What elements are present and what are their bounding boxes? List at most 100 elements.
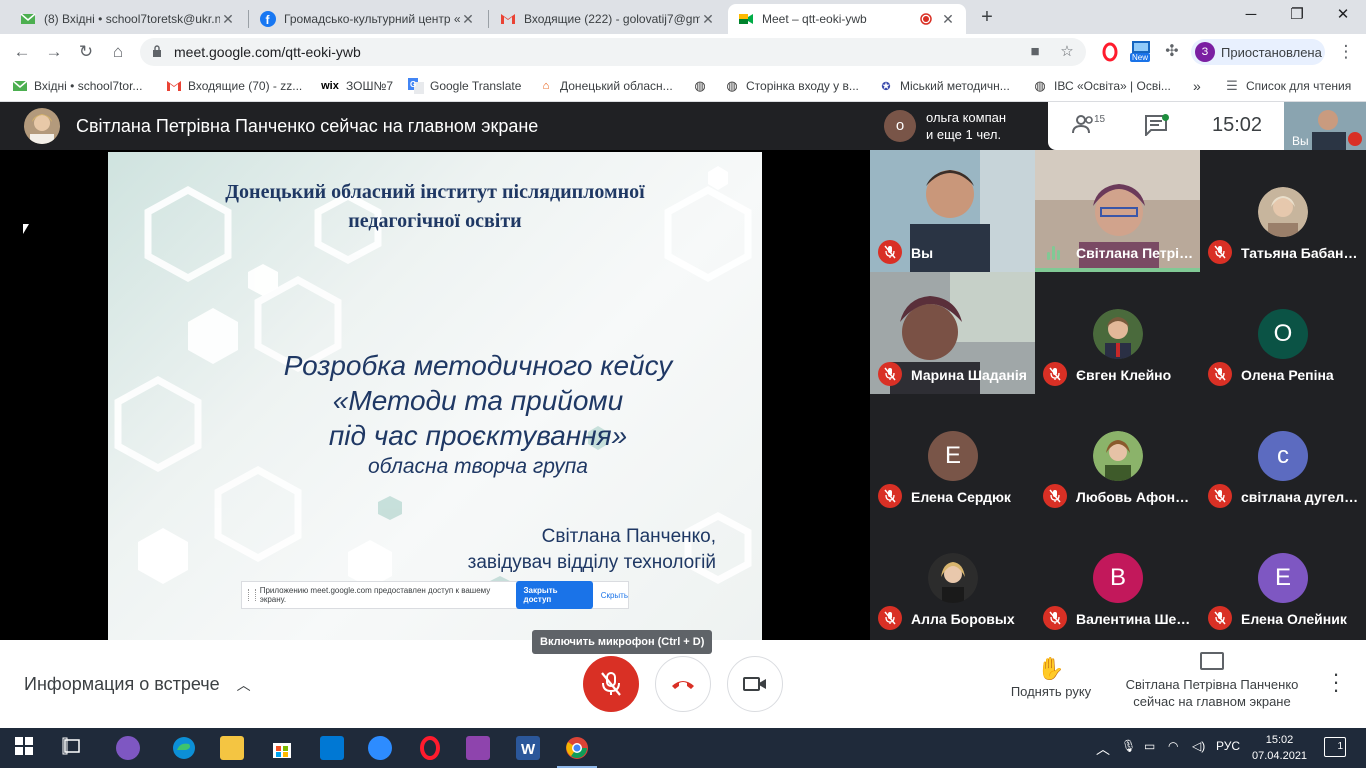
battery-icon[interactable]: ▭	[1144, 739, 1155, 753]
participant-tile[interactable]: Вы	[870, 150, 1036, 272]
stop-sharing-button[interactable]: Закрыть доступ	[515, 581, 593, 609]
bookmark-item[interactable]: wix ЗОШ№7	[320, 76, 393, 96]
raise-hand-button[interactable]: ✋ Поднять руку	[1006, 656, 1096, 699]
present-now-button[interactable]: Світлана Петрівна Панченко сейчас на гла…	[1112, 652, 1312, 710]
bookmark-item[interactable]: ⌂ Донецький обласн...	[538, 76, 673, 96]
word-icon[interactable]: W	[516, 736, 540, 760]
participant-tile[interactable]: Алла Боровых	[870, 516, 1036, 638]
mic-off-icon	[878, 240, 902, 264]
opera-extension-icon[interactable]	[1100, 42, 1120, 62]
minimize-icon[interactable]: ─	[1228, 0, 1274, 30]
task-view-icon[interactable]	[62, 736, 86, 760]
participant-tile[interactable]: Е Елена Олейник	[1200, 516, 1366, 638]
new-tab-button[interactable]: +	[976, 6, 998, 28]
microphone-tray-icon[interactable]: 🎙	[1121, 739, 1136, 753]
participant-tile[interactable]: Світлана Петрів...	[1035, 150, 1201, 272]
participant-tile[interactable]: Марина Шаданія	[870, 272, 1036, 394]
notifications-icon[interactable]: 1	[1324, 737, 1346, 757]
people-icon[interactable]	[1072, 114, 1096, 140]
bookmark-label: Сторінка входу у в...	[746, 79, 859, 93]
maximize-icon[interactable]: ❐	[1274, 0, 1320, 30]
tray-chevron-up-icon[interactable]: ︿	[1096, 739, 1110, 759]
close-icon[interactable]: ✕	[940, 11, 956, 28]
reading-list-button[interactable]: ☰ Список для чтения	[1224, 76, 1351, 96]
close-icon[interactable]: ✕	[460, 11, 476, 28]
hide-notice-button[interactable]: Скрыть	[601, 591, 628, 600]
file-explorer-icon[interactable]	[220, 736, 244, 760]
participant-tile[interactable]: Татьяна Бабанс...	[1200, 150, 1366, 272]
taskbar-clock[interactable]: 15:02 07.04.2021	[1252, 732, 1307, 764]
participant-tile[interactable]: Євген Клейно	[1035, 272, 1201, 394]
participant-tile[interactable]: Любовь Афони...	[1035, 394, 1201, 516]
participant-tile[interactable]: Е Елена Сердюк	[870, 394, 1036, 516]
cortana-icon[interactable]	[116, 736, 140, 760]
zoom-icon[interactable]	[368, 736, 392, 760]
input-language[interactable]: РУС	[1216, 739, 1240, 753]
bookmark-item[interactable]: ✪ Міський методичн...	[878, 76, 1009, 96]
participant-tile[interactable]: с світлана дугель...	[1200, 394, 1366, 516]
mic-off-icon	[1208, 606, 1232, 630]
bookmark-item[interactable]: G Google Translate	[408, 76, 521, 96]
bookmark-item[interactable]: ◍	[692, 76, 714, 96]
browser-tab-meet[interactable]: Meet – qtt-eoki-ywb ✕	[728, 4, 966, 34]
bookmark-item[interactable]: ◍ ІВС «Освіта» | Осві...	[1032, 76, 1171, 96]
more-options-icon[interactable]: · · ·	[1326, 663, 1346, 701]
wifi-icon[interactable]: ◠	[1168, 739, 1178, 753]
tab-divider	[488, 10, 489, 28]
camera-in-use-icon[interactable]: ■	[1026, 43, 1044, 61]
meet-main: Світлана Петрівна Панченко сейчас на гла…	[0, 102, 1366, 640]
participant-tile[interactable]: В Валентина Шеп...	[1035, 516, 1201, 638]
mail-icon[interactable]	[320, 736, 344, 760]
browser-tab-facebook[interactable]: f Громадсько-культурний центр « ✕	[250, 4, 486, 34]
store-icon[interactable]	[270, 736, 294, 760]
toggle-camera-button[interactable]	[727, 656, 783, 712]
browser-tab-ukrnet[interactable]: (8) Вхідні • school7toretsk@ukr.n ✕	[10, 4, 246, 34]
bookmark-item[interactable]: ◍ Сторінка входу у в...	[724, 76, 859, 96]
profile-button[interactable]: З Приостановлена	[1191, 39, 1325, 65]
mic-off-icon	[1348, 132, 1362, 146]
join-notification[interactable]: о ольга компан и еще 1 чел.	[870, 102, 1048, 150]
leave-call-button[interactable]	[655, 656, 711, 712]
toggle-microphone-button[interactable]	[583, 656, 639, 712]
globe-icon: ◍	[694, 78, 706, 93]
participant-name: Олена Репіна	[1241, 367, 1334, 383]
self-view-mini[interactable]: Вы	[1284, 102, 1366, 150]
reload-icon[interactable]: ↻	[74, 40, 98, 64]
extensions-puzzle-icon[interactable]: ✣	[1162, 42, 1182, 62]
new-extension-icon[interactable]: New	[1130, 40, 1152, 64]
participant-name: Татьяна Бабанс...	[1241, 245, 1359, 261]
recording-icon	[918, 11, 934, 27]
bookmark-star-icon[interactable]: ☆	[1058, 43, 1076, 61]
winrar-icon[interactable]	[466, 736, 490, 760]
avatar: Е	[1258, 553, 1308, 603]
participant-name: Вы	[911, 245, 934, 261]
close-icon[interactable]: ✕	[220, 11, 236, 28]
bookmark-item[interactable]: Вхідні • school7tor...	[12, 76, 142, 96]
browser-menu-icon[interactable]: ⋮	[1334, 40, 1358, 64]
chrome-icon[interactable]	[557, 736, 597, 768]
windows-start-icon[interactable]	[14, 736, 38, 760]
volume-icon[interactable]: ◁)	[1192, 739, 1205, 753]
mic-off-icon	[1208, 362, 1232, 386]
back-icon[interactable]: ←	[10, 40, 34, 64]
browser-tab-gmail[interactable]: Входящие (222) - golovatij7@gm ✕	[490, 4, 726, 34]
taskbar-time: 15:02	[1265, 734, 1294, 746]
drag-handle-icon[interactable]	[248, 589, 256, 601]
screen-share-notice: Приложению meet.google.com предоставлен …	[241, 581, 629, 609]
window-close-icon[interactable]: ✕	[1320, 0, 1366, 30]
meeting-details-button[interactable]: Информация о встрече ︿	[24, 674, 251, 695]
participant-photo	[1258, 187, 1308, 237]
address-bar[interactable]: meet.google.com/qtt-eoki-ywb ■ ☆	[140, 38, 1086, 66]
opera-icon[interactable]	[418, 736, 442, 760]
bookmark-item[interactable]: Входящие (70) - zz...	[166, 76, 302, 96]
edge-icon[interactable]	[172, 736, 196, 760]
participant-tile[interactable]: О Олена Репіна	[1200, 272, 1366, 394]
mouse-cursor	[23, 224, 29, 234]
close-icon[interactable]: ✕	[700, 11, 716, 28]
slide-author: Світлана Панченко, завідувач відділу тех…	[468, 524, 716, 576]
slide-author-line1: Світлана Панченко,	[541, 526, 716, 547]
bookmarks-overflow-button[interactable]: »	[1193, 76, 1201, 96]
facebook-icon: f	[260, 11, 276, 27]
forward-icon[interactable]: →	[42, 40, 66, 64]
home-icon[interactable]: ⌂	[106, 40, 130, 64]
